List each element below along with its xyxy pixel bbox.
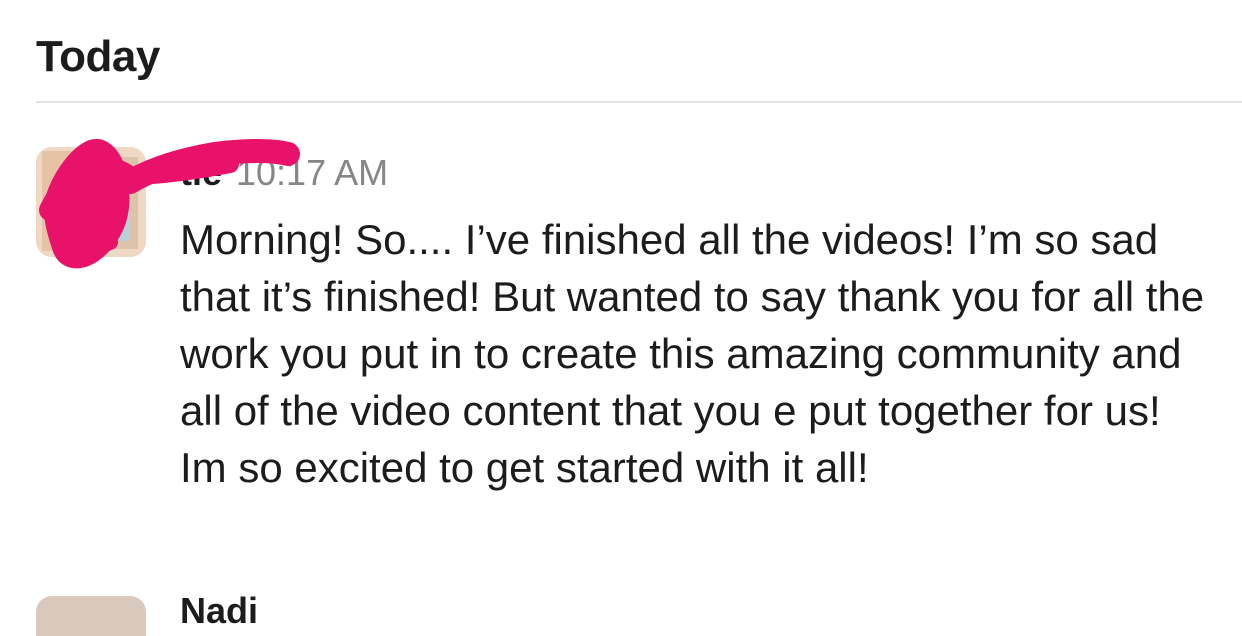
day-divider [36, 101, 1242, 103]
sender-name[interactable]: tie [180, 152, 222, 194]
day-header: Today [36, 32, 160, 81]
message-text: Morning! So.... I’ve finished all the vi… [180, 216, 1205, 491]
timestamp[interactable]: 10:17 AM [236, 152, 388, 194]
avatar[interactable] [36, 147, 146, 257]
next-message-sender-name[interactable]: Nadi [180, 590, 258, 632]
message-header: tie 10:17 AM [180, 152, 388, 202]
next-message-avatar[interactable] [36, 596, 146, 636]
